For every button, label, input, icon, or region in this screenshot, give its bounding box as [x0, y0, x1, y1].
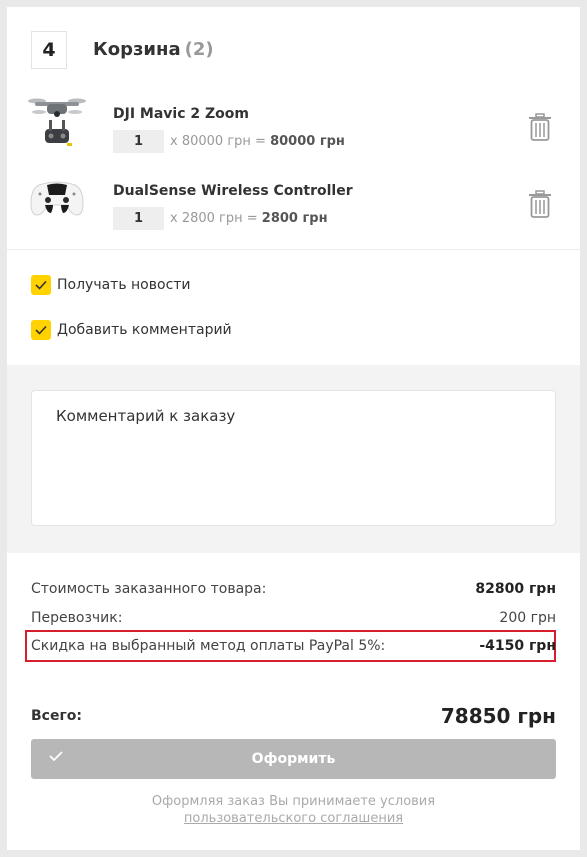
- cart-count: (2): [184, 39, 214, 60]
- drone-thumbnail: [28, 98, 86, 146]
- item-unit-price: x 80000 грн =: [170, 134, 271, 149]
- item-unit-price: x 2800 грн =: [170, 211, 262, 226]
- quantity-input[interactable]: [113, 207, 164, 230]
- submit-label: Оформить: [251, 751, 336, 767]
- checkmark-icon: [31, 320, 51, 340]
- carrier-label: Перевозчик:: [31, 610, 123, 626]
- discount-row: Скидка на выбранный метод оплаты PayPal …: [31, 638, 556, 654]
- item-price-calc: x 80000 грн = 80000 грн: [170, 134, 345, 149]
- checkout-cart-panel: 4 Корзина(2) DJI Mavic 2 Zoom x 80000 гр…: [7, 7, 580, 850]
- step-number: 4: [31, 31, 67, 69]
- cart-item: DualSense Wireless Controller x 2800 грн…: [7, 173, 580, 243]
- news-checkbox[interactable]: Получать новости: [31, 275, 191, 295]
- total-label: Всего:: [31, 708, 82, 724]
- discount-label: Скидка на выбранный метод оплаты PayPal …: [31, 638, 386, 654]
- item-name: DualSense Wireless Controller: [113, 183, 353, 199]
- carrier-row: Перевозчик: 200 грн: [31, 610, 556, 626]
- cart-title-text: Корзина: [93, 39, 181, 60]
- cart-title: Корзина (2): [93, 39, 214, 60]
- terms-note: Оформляя заказ Вы принимаете условия пол…: [7, 793, 580, 827]
- item-line-total: 80000 грн: [270, 134, 345, 149]
- comment-section: Комментарий к заказу: [7, 365, 580, 553]
- comment-textarea[interactable]: Комментарий к заказу: [31, 390, 556, 526]
- total-value: 78850 грн: [440, 704, 556, 728]
- goods-cost-row: Стоимость заказанного товара: 82800 грн: [31, 581, 556, 597]
- terms-link[interactable]: пользовательского соглашения: [184, 811, 403, 826]
- item-name: DJI Mavic 2 Zoom: [113, 106, 249, 122]
- trash-icon[interactable]: [527, 113, 553, 141]
- checkmark-icon: [49, 751, 63, 762]
- submit-order-button[interactable]: Оформить: [31, 739, 556, 779]
- divider: [7, 249, 580, 250]
- discount-value: -4150 грн: [479, 638, 556, 654]
- carrier-value: 200 грн: [499, 610, 556, 626]
- goods-cost-value: 82800 грн: [475, 581, 556, 597]
- item-price-calc: x 2800 грн = 2800 грн: [170, 211, 328, 226]
- item-line-total: 2800 грн: [261, 211, 328, 226]
- trash-icon[interactable]: [527, 190, 553, 218]
- checkmark-icon: [31, 275, 51, 295]
- cart-item: DJI Mavic 2 Zoom x 80000 грн = 80000 грн: [7, 95, 580, 165]
- comment-label: Добавить комментарий: [57, 322, 232, 338]
- goods-cost-label: Стоимость заказанного товара:: [31, 581, 267, 597]
- news-label: Получать новости: [57, 277, 191, 293]
- comment-checkbox[interactable]: Добавить комментарий: [31, 320, 232, 340]
- quantity-input[interactable]: [113, 130, 164, 153]
- gamepad-thumbnail: [30, 181, 84, 216]
- terms-text: Оформляя заказ Вы принимаете условия: [151, 794, 436, 809]
